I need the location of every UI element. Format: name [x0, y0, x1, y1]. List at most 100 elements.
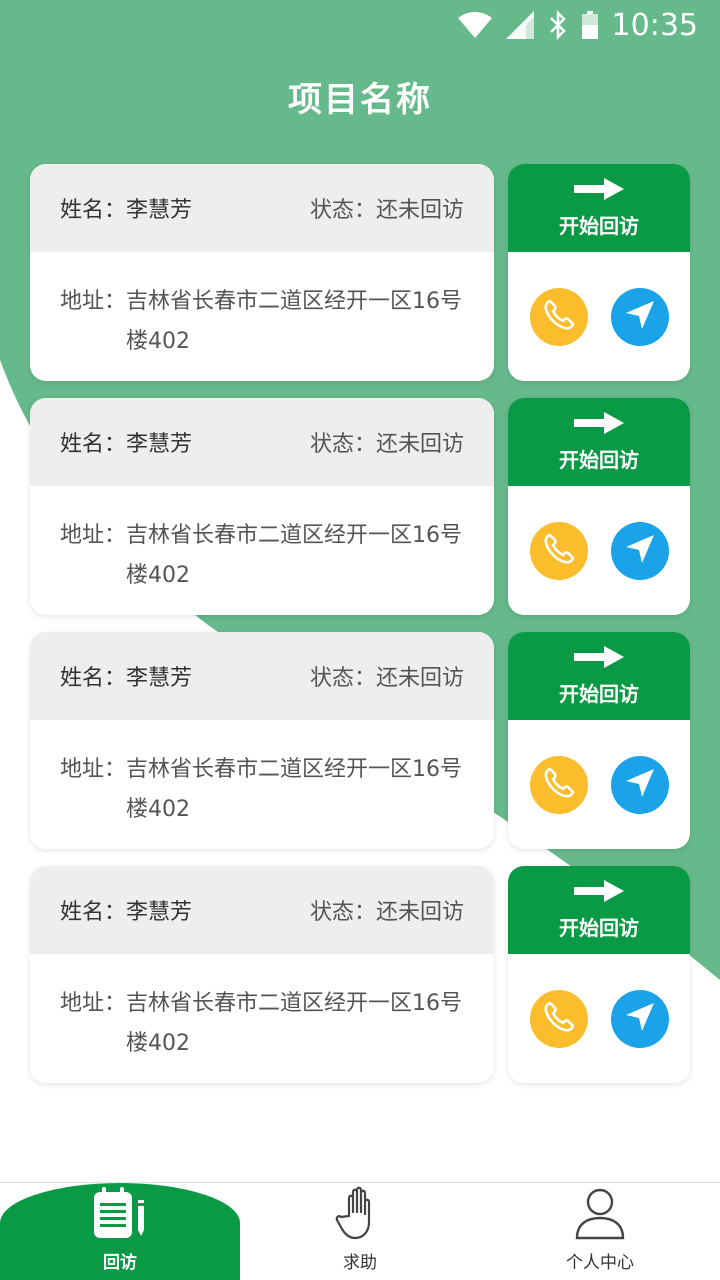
- status-group: 状态：还未回访: [310, 192, 464, 224]
- visit-row: 姓名：李慧芳 状态：还未回访 地址： 吉林省长春市二道区经开一区16号楼402 …: [30, 866, 690, 1083]
- navigation-arrow-icon: [624, 533, 656, 569]
- start-visit-button[interactable]: 开始回访: [508, 632, 690, 720]
- contact-actions: [508, 954, 690, 1083]
- contact-actions: [508, 486, 690, 615]
- visit-list: 姓名：李慧芳 状态：还未回访 地址： 吉林省长春市二道区经开一区16号楼402 …: [30, 164, 690, 1100]
- name-label: 姓名：: [60, 432, 127, 457]
- name-group: 姓名：李慧芳: [60, 660, 192, 692]
- status-value: 还未回访: [375, 198, 464, 223]
- start-visit-label: 开始回访: [559, 213, 639, 238]
- status-group: 状态：还未回访: [310, 894, 464, 926]
- visit-info-card[interactable]: 姓名：李慧芳 状态：还未回访 地址： 吉林省长春市二道区经开一区16号楼402: [30, 164, 494, 381]
- start-visit-button[interactable]: 开始回访: [508, 866, 690, 954]
- status-group: 状态：还未回访: [310, 426, 464, 458]
- navigate-button[interactable]: [610, 521, 669, 580]
- visit-action-card: 开始回访: [508, 398, 690, 615]
- arrow-right-icon: [574, 645, 624, 672]
- name-label: 姓名：: [60, 198, 127, 223]
- address-value: 吉林省长春市二道区经开一区16号楼402: [126, 289, 463, 354]
- nav-item-visit[interactable]: 回访: [0, 1183, 240, 1280]
- visit-info-header: 姓名：李慧芳 状态：还未回访: [30, 164, 494, 252]
- name-group: 姓名：李慧芳: [60, 426, 192, 458]
- visit-action-card: 开始回访: [508, 866, 690, 1083]
- visit-info-body: 地址： 吉林省长春市二道区经开一区16号楼402: [30, 720, 494, 830]
- visit-info-body: 地址： 吉林省长春市二道区经开一区16号楼402: [30, 486, 494, 596]
- call-button[interactable]: [529, 287, 588, 346]
- clock-time: 10:35: [611, 7, 698, 43]
- navigate-button[interactable]: [610, 989, 669, 1048]
- visit-action-card: 开始回访: [508, 164, 690, 381]
- name-value: 李慧芳: [126, 900, 193, 925]
- navigation-arrow-icon: [624, 767, 656, 803]
- status-label: 状态：: [309, 198, 376, 223]
- battery-icon: [581, 11, 598, 39]
- status-label: 状态：: [309, 666, 376, 691]
- start-visit-label: 开始回访: [559, 447, 639, 472]
- visit-info-header: 姓名：李慧芳 状态：还未回访: [30, 398, 494, 486]
- address-label: 地址：: [60, 289, 127, 314]
- call-button[interactable]: [529, 521, 588, 580]
- start-visit-label: 开始回访: [559, 681, 639, 706]
- name-value: 李慧芳: [126, 666, 193, 691]
- status-label: 状态：: [309, 432, 376, 457]
- navigate-button[interactable]: [610, 287, 669, 346]
- name-value: 李慧芳: [126, 432, 193, 457]
- nav-label-visit: 回访: [103, 1253, 137, 1273]
- bottom-nav: 回访 求助 个人中心: [0, 1182, 720, 1280]
- visit-info-body: 地址： 吉林省长春市二道区经开一区16号楼402: [30, 252, 494, 362]
- visit-row: 姓名：李慧芳 状态：还未回访 地址： 吉林省长春市二道区经开一区16号楼402 …: [30, 398, 690, 615]
- page-title: 项目名称: [288, 80, 432, 120]
- contact-actions: [508, 720, 690, 849]
- call-button[interactable]: [529, 989, 588, 1048]
- name-value: 李慧芳: [126, 198, 193, 223]
- navigation-arrow-icon: [624, 299, 656, 335]
- call-button[interactable]: [529, 755, 588, 814]
- status-label: 状态：: [309, 900, 376, 925]
- start-visit-label: 开始回访: [559, 915, 639, 940]
- visit-info-header: 姓名：李慧芳 状态：还未回访: [30, 866, 494, 954]
- status-value: 还未回访: [375, 432, 464, 457]
- name-label: 姓名：: [60, 900, 127, 925]
- address-value: 吉林省长春市二道区经开一区16号楼402: [126, 757, 463, 822]
- nav-label-help: 求助: [343, 1253, 377, 1273]
- phone-icon: [542, 298, 576, 336]
- visit-info-card[interactable]: 姓名：李慧芳 状态：还未回访 地址： 吉林省长春市二道区经开一区16号楼402: [30, 866, 494, 1083]
- phone-icon: [542, 532, 576, 570]
- visit-action-card: 开始回访: [508, 632, 690, 849]
- name-group: 姓名：李慧芳: [60, 192, 192, 224]
- nav-label-profile: 个人中心: [566, 1253, 634, 1273]
- visit-info-body: 地址： 吉林省长春市二道区经开一区16号楼402: [30, 954, 494, 1064]
- navigation-arrow-icon: [624, 1001, 656, 1037]
- start-visit-button[interactable]: 开始回访: [508, 398, 690, 486]
- visit-info-card[interactable]: 姓名：李慧芳 状态：还未回访 地址： 吉林省长春市二道区经开一区16号楼402: [30, 632, 494, 849]
- status-bar: 10:35: [0, 0, 720, 50]
- nav-item-help[interactable]: 求助: [240, 1183, 480, 1280]
- contact-actions: [508, 252, 690, 381]
- address-label: 地址：: [60, 757, 127, 782]
- start-visit-button[interactable]: 开始回访: [508, 164, 690, 252]
- arrow-right-icon: [574, 177, 624, 204]
- visit-info-card[interactable]: 姓名：李慧芳 状态：还未回访 地址： 吉林省长春市二道区经开一区16号楼402: [30, 398, 494, 615]
- arrow-right-icon: [574, 411, 624, 438]
- navigate-button[interactable]: [610, 755, 669, 814]
- status-value: 还未回访: [375, 666, 464, 691]
- status-value: 还未回访: [375, 900, 464, 925]
- bluetooth-icon: [548, 10, 568, 40]
- address-value: 吉林省长春市二道区经开一区16号楼402: [126, 991, 463, 1056]
- user-icon: [574, 1186, 626, 1244]
- address-label: 地址：: [60, 523, 127, 548]
- signal-icon: [505, 11, 534, 39]
- status-group: 状态：还未回访: [310, 660, 464, 692]
- address-label: 地址：: [60, 991, 127, 1016]
- phone-icon: [542, 1000, 576, 1038]
- notepad-icon: [90, 1186, 150, 1244]
- phone-icon: [542, 766, 576, 804]
- hand-icon: [335, 1186, 385, 1244]
- visit-row: 姓名：李慧芳 状态：还未回访 地址： 吉林省长春市二道区经开一区16号楼402 …: [30, 164, 690, 381]
- address-value: 吉林省长春市二道区经开一区16号楼402: [126, 523, 463, 588]
- wifi-icon: [457, 12, 492, 38]
- nav-item-profile[interactable]: 个人中心: [480, 1183, 720, 1280]
- name-group: 姓名：李慧芳: [60, 894, 192, 926]
- visit-row: 姓名：李慧芳 状态：还未回访 地址： 吉林省长春市二道区经开一区16号楼402 …: [30, 632, 690, 849]
- visit-info-header: 姓名：李慧芳 状态：还未回访: [30, 632, 494, 720]
